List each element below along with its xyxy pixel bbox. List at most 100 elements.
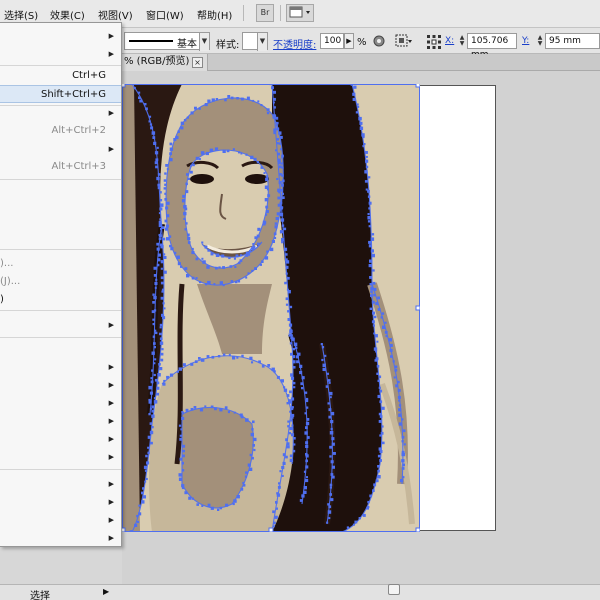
menu-effect[interactable]: 效果(C) xyxy=(50,7,85,22)
menu-item-group[interactable]: Ctrl+G xyxy=(0,67,121,85)
recolor-artwork-icon[interactable] xyxy=(372,34,386,48)
menu-item-hide[interactable]: ▶ xyxy=(0,140,121,158)
menu-help[interactable]: 帮助(H) xyxy=(197,7,232,22)
bridge-button[interactable]: Br xyxy=(256,4,274,22)
anchor-point xyxy=(181,484,185,488)
menu-view[interactable]: 视图(V) xyxy=(98,7,133,22)
align-to-selection-icon[interactable] xyxy=(395,34,413,48)
anchor-point xyxy=(281,179,285,183)
anchor-point xyxy=(224,406,228,409)
anchor-point xyxy=(187,236,191,241)
anchor-point xyxy=(276,142,279,145)
anchor-point xyxy=(305,441,309,445)
menu-divider xyxy=(0,337,121,338)
anchor-point xyxy=(288,333,292,337)
document-tab[interactable]: % (RGB/预览) × xyxy=(122,54,208,71)
anchor-point xyxy=(195,156,199,160)
menu-item-submenu-c[interactable]: ▶ xyxy=(0,376,121,394)
anchor-point xyxy=(194,106,197,110)
anchor-point xyxy=(397,380,400,384)
y-stepper[interactable]: ▲ ▼ xyxy=(537,35,543,47)
menu-item-submenu-i[interactable]: ▶ xyxy=(0,493,121,511)
anchor-point xyxy=(403,443,406,446)
anchor-point xyxy=(144,480,147,483)
anchor-point xyxy=(193,406,197,409)
opacity-dropdown-button[interactable]: ▶ xyxy=(344,33,354,49)
anchor-point xyxy=(353,85,357,89)
anchor-point xyxy=(327,503,330,506)
x-label[interactable]: X: xyxy=(445,36,454,46)
close-icon[interactable]: × xyxy=(192,57,203,68)
horizontal-scrollbar[interactable] xyxy=(122,588,600,598)
opacity-link[interactable]: 不透明度: xyxy=(273,36,316,51)
anchor-point xyxy=(169,147,174,151)
anchor-point xyxy=(293,443,296,446)
y-coordinate-input[interactable]: 95 mm xyxy=(545,33,600,49)
anchor-point xyxy=(156,247,160,251)
opacity-input[interactable]: 100 xyxy=(320,33,344,49)
anchor-point xyxy=(211,98,215,102)
anchor-point xyxy=(305,459,308,463)
menu-item-ungroup[interactable]: Shift+Ctrl+G xyxy=(0,85,121,103)
anchor-point xyxy=(159,341,164,345)
arrange-documents-button[interactable] xyxy=(286,4,314,22)
traced-portrait-artwork[interactable] xyxy=(122,84,420,532)
menu-item-submenu-k[interactable]: ▶ xyxy=(0,529,121,547)
menu-item-submenu-e[interactable]: ▶ xyxy=(0,412,121,430)
anchor-point xyxy=(363,143,366,146)
menu-item-submenu-j[interactable]: ▶ xyxy=(0,511,121,529)
menu-item-submenu-h[interactable]: ▶ xyxy=(0,475,121,493)
anchor-point xyxy=(149,430,154,435)
y-label[interactable]: Y: xyxy=(522,36,529,46)
menu-item-transform[interactable]: ▶ xyxy=(0,27,121,45)
anchor-point xyxy=(158,220,162,224)
anchor-point xyxy=(169,244,172,248)
menu-item-submenu-f[interactable]: ▶ xyxy=(0,430,121,448)
menu-item-submenu-g[interactable]: ▶ xyxy=(0,448,121,466)
anchor-point xyxy=(158,224,162,228)
menu-select[interactable]: 选择(S) xyxy=(4,7,38,22)
anchor-point xyxy=(157,253,161,257)
anchor-point xyxy=(210,506,214,510)
anchor-point xyxy=(254,267,257,270)
anchor-point xyxy=(293,437,296,440)
anchor-point xyxy=(346,526,349,529)
x-stepper[interactable]: ▲ ▼ xyxy=(459,35,465,47)
anchor-point xyxy=(159,332,162,336)
stroke-style-dropdown[interactable]: 基本 ▼ xyxy=(124,32,210,51)
anchor-point xyxy=(253,448,256,452)
anchor-point xyxy=(186,173,189,176)
anchor-point xyxy=(369,494,373,498)
menu-item-arrange[interactable]: ▶ xyxy=(0,45,121,63)
anchor-point xyxy=(240,254,243,257)
anchor-point xyxy=(149,115,152,118)
anchor-point xyxy=(161,290,164,293)
menu-window[interactable]: 窗口(W) xyxy=(146,7,184,22)
anchor-point xyxy=(269,247,274,252)
menu-item-submenu-b[interactable]: ▶ xyxy=(0,358,121,376)
anchor-point xyxy=(170,247,174,251)
submenu-arrow-icon: ▶ xyxy=(108,145,114,153)
x-coordinate-input[interactable]: 105.706 mm xyxy=(467,33,517,60)
anchor-point xyxy=(395,384,399,388)
menu-item-partial-3[interactable]: ) xyxy=(0,291,121,309)
anchor-point xyxy=(281,241,284,244)
status-menu-arrow[interactable]: ▶ xyxy=(103,587,109,596)
menu-item-submenu-d[interactable]: ▶ xyxy=(0,394,121,412)
anchor-point xyxy=(379,389,383,393)
anchor-point xyxy=(389,343,393,347)
graphic-style-swatch[interactable]: ▼ xyxy=(242,32,268,51)
scrollbar-thumb[interactable] xyxy=(388,584,400,595)
anchor-point xyxy=(292,360,296,364)
menu-item-lock[interactable]: ▶ xyxy=(0,104,121,122)
anchor-point xyxy=(368,201,372,205)
anchor-point xyxy=(247,272,250,275)
anchor-point xyxy=(329,493,332,496)
anchor-point xyxy=(187,241,191,244)
reference-point-icon[interactable] xyxy=(426,34,442,49)
menu-item-submenu-a[interactable]: ▶ xyxy=(0,316,121,334)
anchor-point xyxy=(370,237,375,241)
anchor-point xyxy=(329,455,332,458)
submenu-arrow-icon: ▶ xyxy=(108,480,114,488)
anchor-point xyxy=(247,253,251,256)
